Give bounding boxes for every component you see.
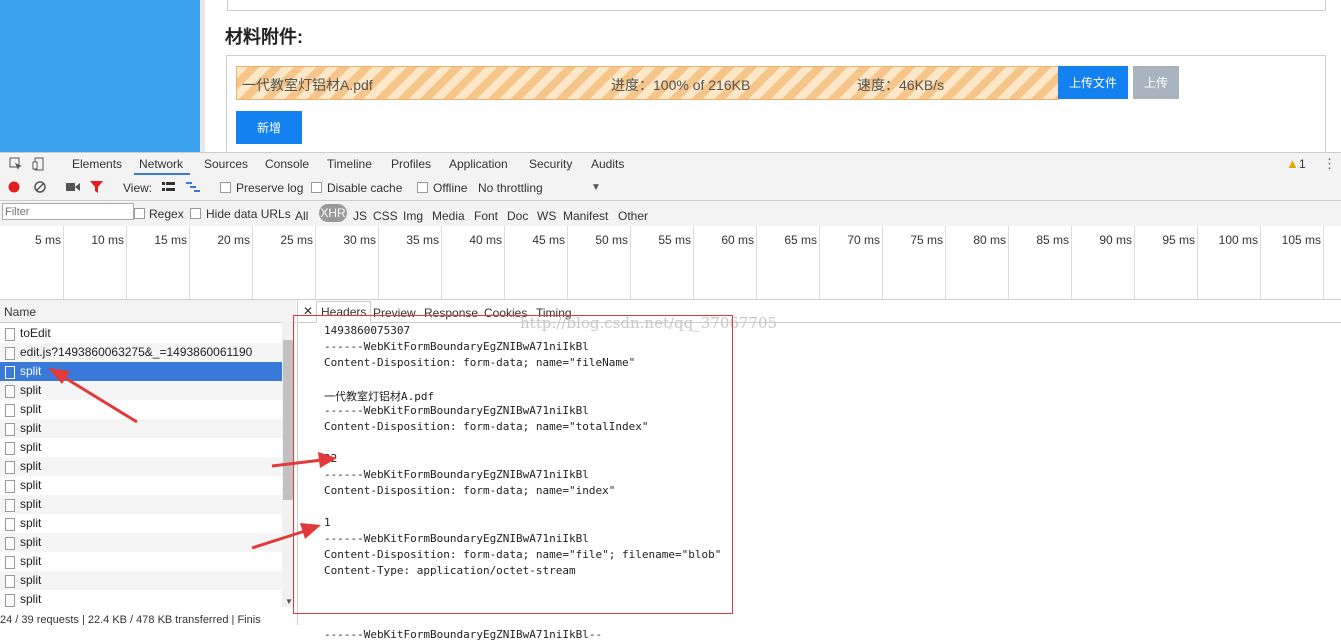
arrow-to-total-index [271,452,337,468]
annotation-arrows [48,368,337,550]
arrow-to-index [251,523,321,550]
payload-line: ------WebKitFormBoundaryEgZNIBwA71niIkBl… [324,628,603,641]
arrow-to-selected-split [48,368,138,424]
